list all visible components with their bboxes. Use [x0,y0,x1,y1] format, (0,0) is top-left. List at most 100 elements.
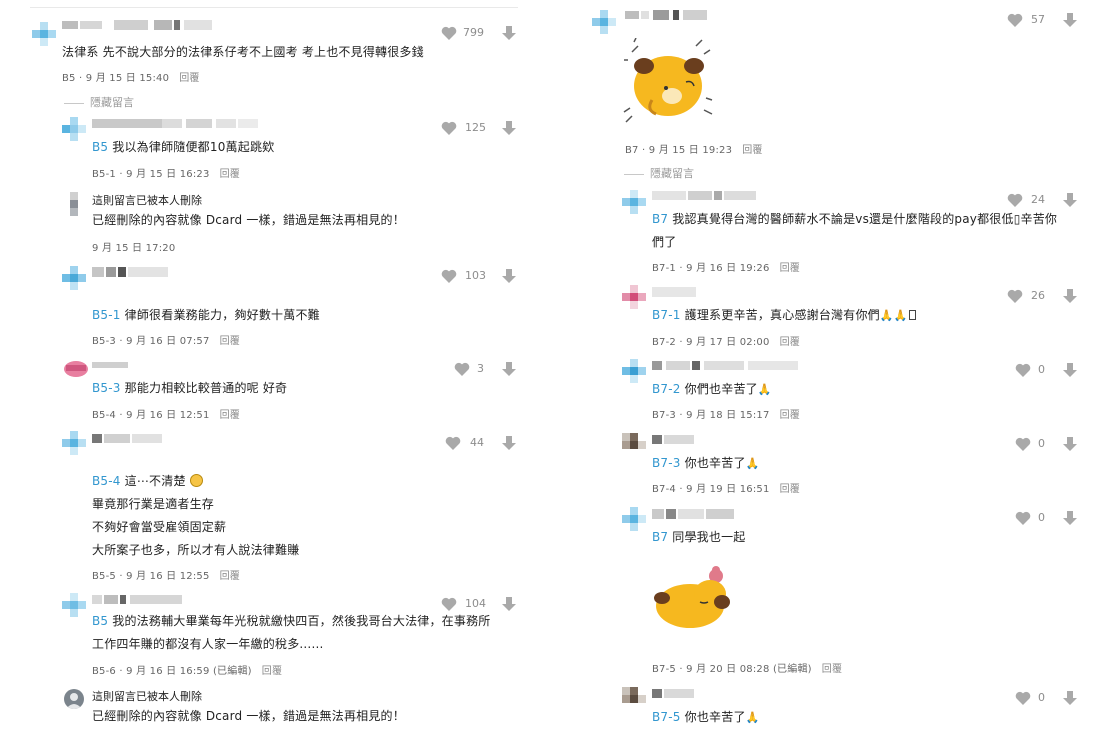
floor-reference-link[interactable]: B7 [652,530,668,544]
thumbs-down-icon[interactable] [1063,289,1077,303]
timestamp: 9 月 16 日 19:26 [686,263,770,274]
floor-reference-link[interactable]: B7-1 [652,308,681,322]
avatar[interactable] [592,10,616,34]
deleted-notice: 已經刪除的內容就像 Dcard 一樣，錯過是無法再相見的！ [92,213,405,227]
floor-reference-link[interactable]: B5-1 [92,308,121,322]
avatar[interactable] [62,431,86,455]
thumbs-down-icon[interactable] [1063,691,1077,705]
comment-body: 我認真覺得台灣的醫師薪水不論是vs還是什麼階段的pay都很低▯辛苦你 [672,212,1058,226]
comment-b5-3: B5-1 律師很看業務能力，夠好數十萬不難 B5-3 · 9 月 16 日 07:… [30,264,530,347]
like-count: 0 [1038,363,1045,376]
comment-b5-6: B5 我的法務輔大畢業每年光稅就繳快四百，然後我哥台大法律，在事務所 工作四年賺的… [30,592,530,678]
timestamp: 9 月 16 日 07:57 [126,336,210,347]
thumbs-down-icon[interactable] [1063,193,1077,207]
reply-button[interactable]: 回覆 [220,571,240,582]
heart-icon[interactable] [441,597,457,611]
heart-icon[interactable] [441,26,457,40]
thumbs-down-icon[interactable] [502,269,516,283]
floor-reference-link[interactable]: B5 [92,140,108,154]
heart-icon[interactable] [1015,511,1031,525]
avatar[interactable] [62,593,86,617]
heart-icon[interactable] [1015,691,1031,705]
reply-button[interactable]: 回覆 [262,666,282,677]
avatar[interactable] [32,22,56,46]
floor-number: B5-6 [92,666,116,677]
thumbs-down-icon[interactable] [1063,511,1077,525]
reply-button[interactable]: 回覆 [780,263,800,274]
like-count: 799 [463,26,484,39]
blurred-username [652,287,696,297]
floor-number: B7-2 [652,337,676,348]
thumbs-down-icon[interactable] [1063,437,1077,451]
reply-button[interactable]: 回覆 [220,336,240,347]
floor-reference-link[interactable]: B5-4 [92,474,121,488]
comment-body: 同學我也一起 [672,530,746,544]
like-count: 0 [1038,511,1045,524]
comment-text: B7-3 你也辛苦了🙏 [652,452,760,475]
floor-reference-link[interactable]: B7 [652,212,668,226]
avatar[interactable] [62,266,86,290]
blurred-username [652,191,756,200]
hide-replies-toggle[interactable]: 隱藏留言 [624,165,694,181]
avatar[interactable] [622,359,646,383]
comment-meta: B7-1 · 9 月 16 日 19:26 回覆 [652,263,800,274]
reply-button[interactable]: 回覆 [780,337,800,348]
avatar[interactable] [62,192,86,216]
reply-button[interactable]: 回覆 [179,73,199,84]
comment-text: 法律系 先不說大部分的法律系仔考不上國考 考上也不見得轉很多錢 [62,45,424,59]
like-count: 24 [1031,193,1045,206]
heart-icon[interactable] [1007,193,1023,207]
hide-replies-label: 隱藏留言 [650,167,694,180]
floor-reference-link[interactable]: B5 [92,614,108,628]
thumbs-down-icon[interactable] [502,121,516,135]
floor-reference-link[interactable]: B7-3 [652,456,681,470]
avatar[interactable] [622,507,646,531]
comment-body: 你也辛苦了 [684,456,746,470]
heart-icon[interactable] [454,362,470,376]
heart-icon[interactable] [1015,437,1031,451]
thumbs-down-icon[interactable] [1063,13,1077,27]
reply-button[interactable]: 回覆 [822,664,842,675]
thumbs-down-icon[interactable] [502,436,516,450]
heart-icon[interactable] [1007,289,1023,303]
heart-icon[interactable] [1015,363,1031,377]
floor-reference-link[interactable]: B7-2 [652,382,681,396]
floor-reference-link[interactable]: B5-3 [92,381,121,395]
reply-button[interactable]: 回覆 [220,169,240,180]
avatar[interactable] [622,285,646,309]
comment-text-line-2: 畢竟那行業是適者生存 [92,497,215,511]
timestamp: 9 月 15 日 19:23 [648,145,733,156]
like-count: 103 [465,269,486,282]
thinking-emoji-icon [189,474,203,487]
avatar[interactable] [62,117,86,141]
floor-reference-link[interactable]: B7-5 [652,710,681,724]
thumbs-down-icon[interactable] [1063,363,1077,377]
comment-b5-4: B5-3 那能力相較比較普通的呢 好奇 B5-4 · 9 月 16 日 12:51… [30,356,530,422]
thumbs-down-icon[interactable] [502,597,516,611]
floor-number: B7-3 [652,410,676,421]
avatar[interactable] [62,357,88,381]
heart-icon[interactable] [441,121,457,135]
reply-button[interactable]: 回覆 [742,145,762,156]
comment-text: B5 我以為律師隨便都10萬起跳欸 [92,136,274,159]
comment-body: 這⋯不清楚 [124,474,186,488]
thumbs-down-icon[interactable] [502,26,516,40]
comment-b5: 法律系 先不說大部分的法律系仔考不上國考 考上也不見得轉很多錢 B5 · 9 月… [30,18,530,90]
heart-icon[interactable] [1007,13,1023,27]
missing-glyph-icon [908,310,916,320]
like-count: 57 [1031,13,1045,26]
heart-icon[interactable] [441,269,457,283]
pray-emoji-icon: 🙏 [745,711,760,724]
reply-button[interactable]: 回覆 [220,410,240,421]
hide-replies-toggle[interactable]: 隱藏留言 [64,94,134,110]
timestamp: 9 月 19 日 16:51 [686,484,770,495]
heart-icon[interactable] [445,436,461,450]
reply-button[interactable]: 回覆 [780,410,800,421]
avatar[interactable] [622,433,646,457]
avatar[interactable] [622,190,646,214]
avatar[interactable] [622,687,646,711]
like-count: 44 [470,436,484,449]
reply-button[interactable]: 回覆 [780,484,800,495]
thumbs-down-icon[interactable] [502,362,516,376]
default-avatar-icon[interactable] [64,689,84,709]
